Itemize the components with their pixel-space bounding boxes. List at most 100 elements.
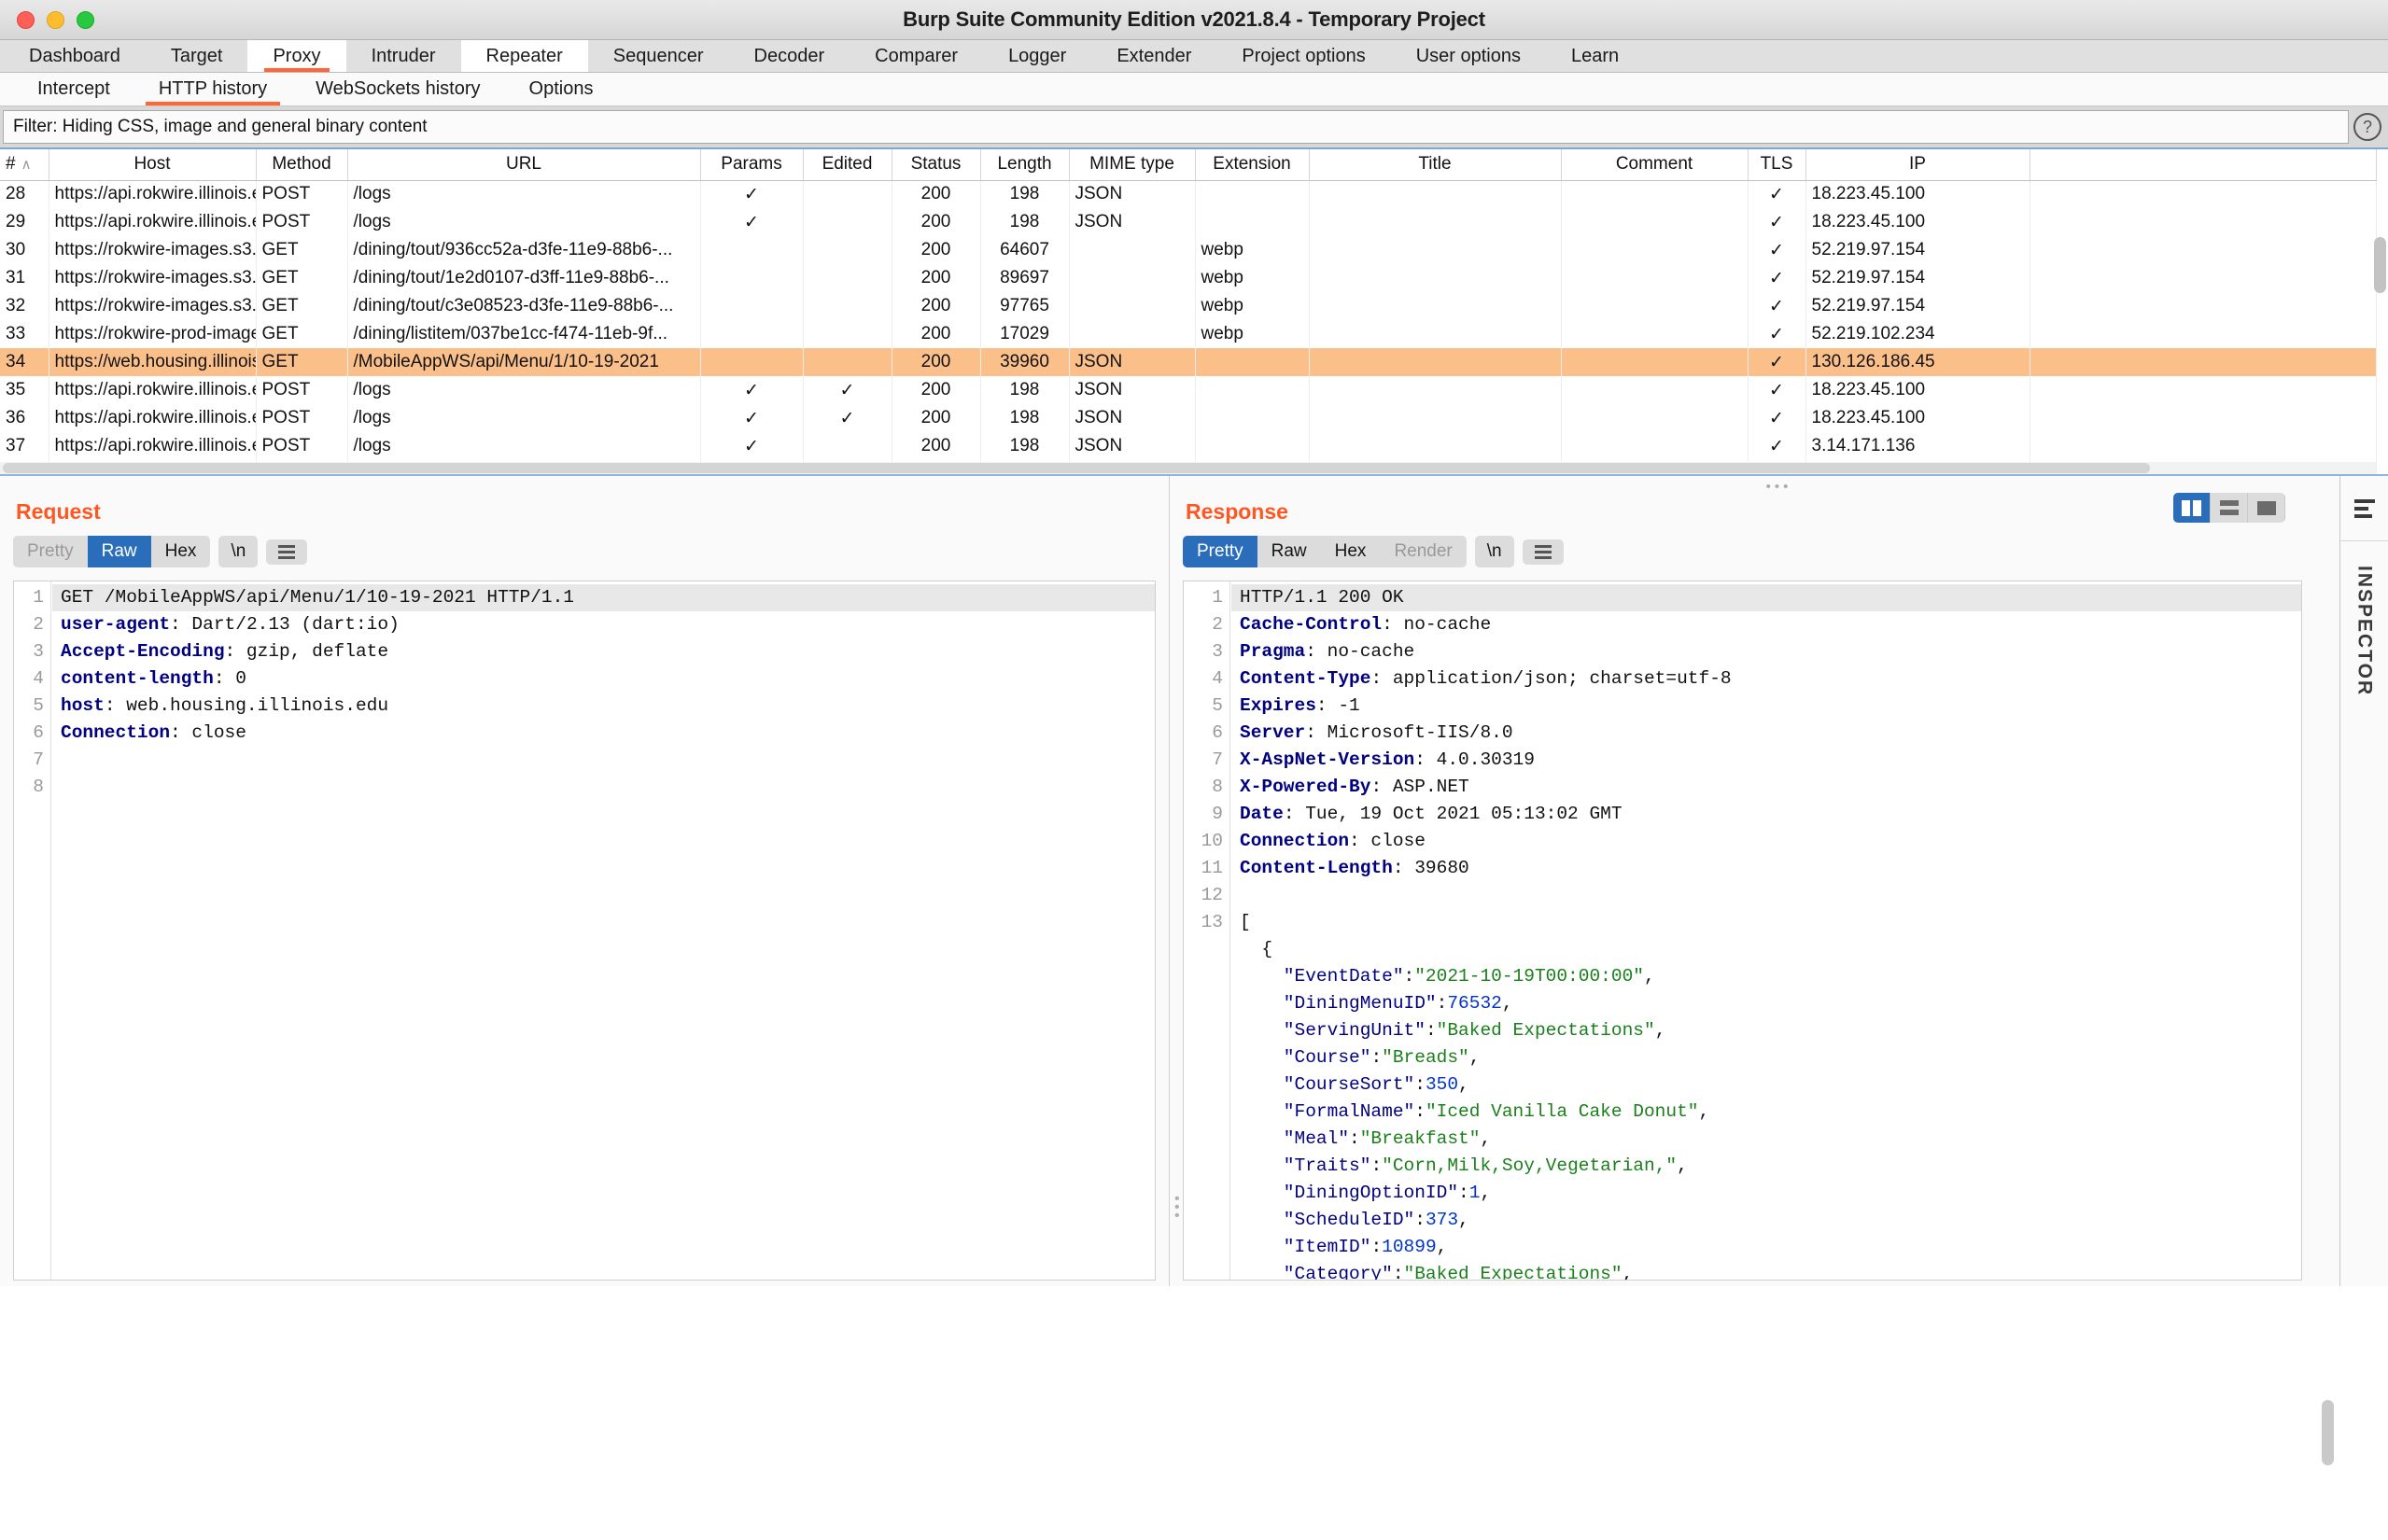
- column-header-tls[interactable]: TLS: [1748, 149, 1806, 181]
- sub-tab-http-history[interactable]: HTTP history: [134, 73, 291, 105]
- code-token: {: [1240, 939, 1273, 959]
- main-tab-decoder[interactable]: Decoder: [729, 40, 850, 72]
- response-editor[interactable]: 1 2 3 4 5 6 7 8 9 10 11 12 13 HTTP/1.1 200 OK Cache-C…: [1183, 581, 2302, 1281]
- main-tab-user-options[interactable]: User options: [1391, 40, 1546, 72]
- cell-id: 33: [0, 320, 49, 348]
- table-row[interactable]: 28https://api.rokwire.illinois.eduPOST/l…: [0, 180, 2377, 208]
- single-layout-button[interactable]: [2248, 493, 2285, 523]
- column-header-extension[interactable]: Extension: [1195, 149, 1310, 181]
- inspector-toggle-button[interactable]: [2340, 476, 2388, 541]
- table-vertical-scrollbar[interactable]: [2374, 183, 2386, 463]
- code-token: "EventDate": [1240, 966, 1404, 987]
- cell-url: /dining/tout/c3e08523-d3fe-11e9-88b6-...: [347, 292, 701, 320]
- inspector-panel[interactable]: INSPECTOR: [2339, 476, 2388, 1286]
- table-row[interactable]: 37https://api.rokwire.illinois.eduPOST/l…: [0, 432, 2377, 460]
- table-row[interactable]: 30https://rokwire-images.s3.us-ea...GET/…: [0, 236, 2377, 264]
- response-code-area[interactable]: HTTP/1.1 200 OK Cache-Control: no-cache Pr…: [1231, 581, 2301, 1280]
- code-token: Cache-Control: [1240, 614, 1383, 635]
- code-token: "Baked Expectations": [1436, 1020, 1655, 1041]
- code-token: Server: [1240, 722, 1306, 743]
- column-header-edited[interactable]: Edited: [803, 149, 892, 181]
- cell-url: /dining/tout/1e2d0107-d3ff-11e9-88b6-...: [347, 264, 701, 292]
- window-traffic-lights: [0, 10, 94, 29]
- request-view-hex[interactable]: Hex: [150, 536, 211, 567]
- filter-bar[interactable]: Filter: Hiding CSS, image and general bi…: [3, 110, 2349, 144]
- column-header-title[interactable]: Title: [1309, 149, 1562, 181]
- close-window-button[interactable]: [17, 10, 35, 29]
- main-tab-logger[interactable]: Logger: [983, 40, 1091, 72]
- table-row[interactable]: 35https://api.rokwire.illinois.eduPOST/l…: [0, 376, 2377, 404]
- main-tab-comparer[interactable]: Comparer: [850, 40, 983, 72]
- column-header-mime-type[interactable]: MIME type: [1069, 149, 1196, 181]
- main-tab-dashboard[interactable]: Dashboard: [4, 40, 146, 72]
- line-number: 2: [1212, 614, 1223, 635]
- line-number: [1184, 1261, 1229, 1280]
- table-row[interactable]: 32https://rokwire-images.s3.us-ea...GET/…: [0, 292, 2377, 320]
- main-tab-intruder[interactable]: Intruder: [346, 40, 461, 72]
- column-header-label: #: [6, 154, 16, 175]
- help-icon[interactable]: ?: [2353, 113, 2381, 141]
- column-header-length[interactable]: Length: [980, 149, 1070, 181]
- column-header-comment[interactable]: Comment: [1561, 149, 1749, 181]
- response-view-render[interactable]: Render: [1380, 536, 1467, 567]
- code-token: : gzip, deflate: [224, 641, 389, 662]
- line-number: 1: [33, 587, 44, 608]
- cell-tls: ✓: [1748, 376, 1806, 404]
- stacked-layout-button[interactable]: [2211, 493, 2248, 523]
- cell-length: 198: [980, 376, 1070, 404]
- cell-ip: 52.219.97.154: [1805, 264, 2030, 292]
- response-body-grip[interactable]: • • •: [1174, 1192, 1180, 1224]
- response-view-hex[interactable]: Hex: [1320, 536, 1381, 567]
- request-editor[interactable]: 1 2 3 4 5 6 7 8 GET /MobileAppWS/api/Menu/1/10-…: [13, 581, 1156, 1281]
- table-row[interactable]: 31https://rokwire-images.s3.us-ea...GET/…: [0, 264, 2377, 292]
- cell-title: [1309, 348, 1562, 376]
- main-tab-project-options[interactable]: Project options: [1216, 40, 1390, 72]
- sub-tab-options[interactable]: Options: [505, 73, 618, 105]
- minimize-window-button[interactable]: [47, 10, 64, 29]
- maximize-window-button[interactable]: [77, 10, 94, 29]
- main-tab-target[interactable]: Target: [146, 40, 248, 72]
- column-header-params[interactable]: Params: [700, 149, 804, 181]
- main-tab-sequencer[interactable]: Sequencer: [588, 40, 729, 72]
- column-header-label: Method: [272, 154, 331, 175]
- cell-tls: ✓: [1748, 348, 1806, 376]
- column-header-status[interactable]: Status: [892, 149, 981, 181]
- request-code-area[interactable]: GET /MobileAppWS/api/Menu/1/10-19-2021 H…: [52, 581, 1155, 1280]
- response-newline-button[interactable]: \n: [1474, 536, 1514, 567]
- response-menu-button[interactable]: [1522, 539, 1564, 565]
- cell-method: GET: [256, 320, 348, 348]
- table-row[interactable]: 33https://rokwire-prod-images-we...GET/d…: [0, 320, 2377, 348]
- response-view-pretty[interactable]: Pretty: [1183, 536, 1257, 567]
- sub-tab-intercept[interactable]: Intercept: [13, 73, 134, 105]
- request-view-raw[interactable]: Raw: [87, 536, 151, 567]
- main-tab-proxy[interactable]: Proxy: [247, 40, 346, 72]
- pane-resize-grip[interactable]: •••: [1766, 479, 1792, 495]
- main-tab-learn[interactable]: Learn: [1546, 40, 1644, 72]
- column-header-host[interactable]: Host: [49, 149, 257, 181]
- side-by-side-layout-button[interactable]: [2173, 493, 2211, 523]
- column-header-blank[interactable]: [2030, 149, 2377, 181]
- table-horizontal-scrollbar[interactable]: [0, 462, 2376, 474]
- main-tab-repeater[interactable]: Repeater: [460, 40, 588, 72]
- request-newline-button[interactable]: \n: [218, 536, 259, 567]
- column-header-method[interactable]: Method: [256, 149, 348, 181]
- filter-text: Filter: Hiding CSS, image and general bi…: [13, 117, 428, 136]
- code-token: ,: [1622, 1264, 1634, 1281]
- code-line: "Traits":"Corn,Milk,Soy,Vegetarian,",: [1231, 1153, 2301, 1180]
- sub-tab-websockets-history[interactable]: WebSockets history: [291, 73, 504, 105]
- table-row[interactable]: 36https://api.rokwire.illinois.eduPOST/l…: [0, 404, 2377, 432]
- main-tab-extender[interactable]: Extender: [1091, 40, 1216, 72]
- column-header--[interactable]: # ∧: [0, 149, 49, 181]
- response-vertical-scrollbar[interactable]: [2322, 1400, 2334, 1465]
- column-header-ip[interactable]: IP: [1805, 149, 2030, 181]
- cell-ip: 18.223.45.100: [1805, 376, 2030, 404]
- cell-params: ✓: [700, 208, 804, 236]
- request-menu-button[interactable]: [266, 539, 308, 565]
- table-row[interactable]: 34https://web.housing.illinois.eduGET/Mo…: [0, 348, 2377, 376]
- column-header-url[interactable]: URL: [347, 149, 701, 181]
- response-view-raw[interactable]: Raw: [1257, 536, 1321, 567]
- request-view-pretty[interactable]: Pretty: [13, 536, 88, 567]
- table-row[interactable]: 29https://api.rokwire.illinois.eduPOST/l…: [0, 208, 2377, 236]
- cell-title: [1309, 180, 1562, 208]
- code-line: Date: Tue, 19 Oct 2021 05:13:02 GMT: [1231, 801, 2301, 828]
